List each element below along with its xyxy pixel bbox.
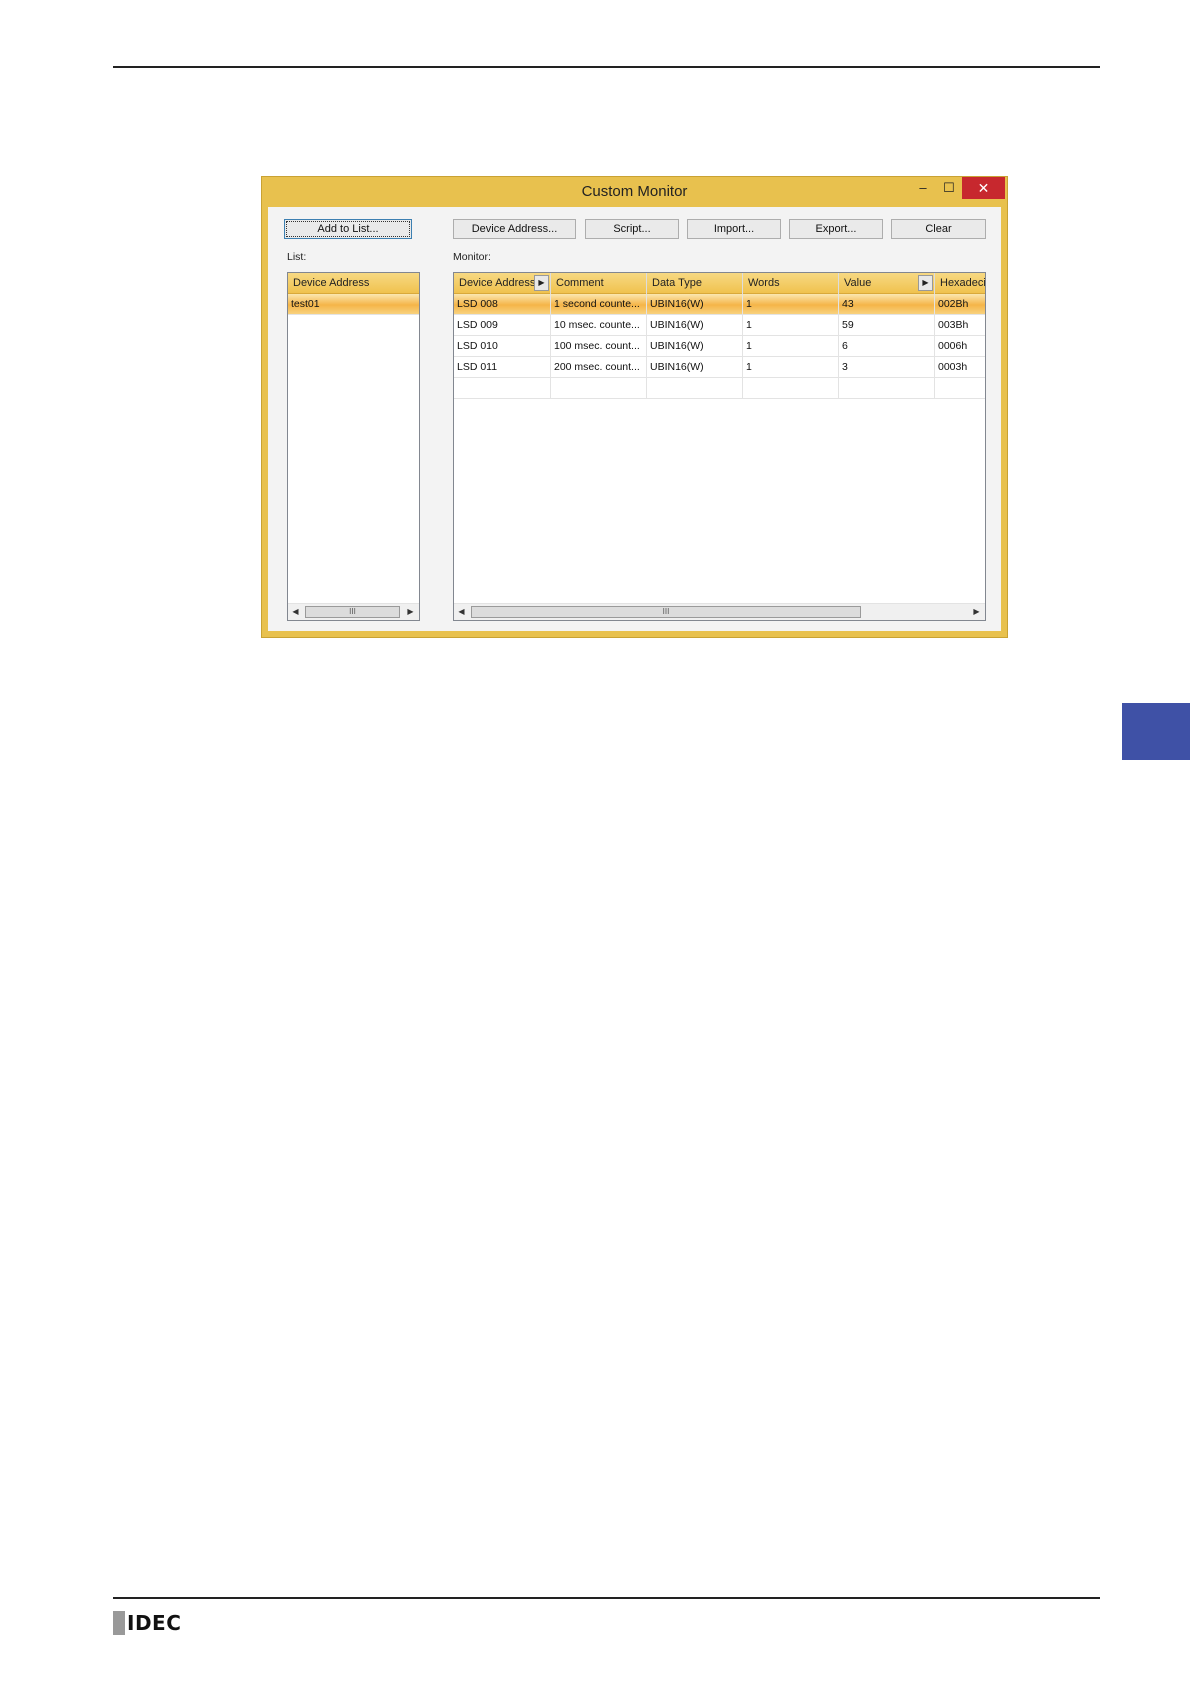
cell-device-address: LSD 009 [454, 315, 551, 336]
monitor-panel[interactable]: Device Address Comment Data Type Words V… [453, 272, 986, 621]
table-row[interactable]: LSD 008 1 second counte... UBIN16(W) 1 4… [454, 294, 985, 315]
list-panel[interactable]: Device Address test01 ◀ III ▶ [287, 272, 420, 621]
table-row[interactable]: LSD 011 200 msec. count... UBIN16(W) 1 3… [454, 357, 985, 378]
cell-hexadecimal: 0006h [938, 340, 968, 352]
cell-device-address: LSD 008 [454, 294, 551, 315]
column-hexadecimal[interactable]: Hexadecim [935, 273, 985, 294]
scroll-right-icon[interactable]: ▶ [969, 604, 984, 620]
cell-words: 1 [743, 294, 839, 315]
cell-data-type: UBIN16(W) [647, 315, 743, 336]
scroll-thumb[interactable]: III [305, 606, 400, 618]
page-bottom-rule [113, 1597, 1100, 1599]
scroll-left-icon[interactable]: ◀ [454, 604, 469, 620]
title-bar[interactable]: Custom Monitor – ☐ ✕ [262, 177, 1007, 207]
window-client-area: Add to List... Device Address... Script.… [268, 207, 1001, 631]
brand-logo: IDEC [113, 1610, 181, 1636]
logo-mark-icon [113, 1611, 125, 1635]
cell-hexadecimal: 002Bh [938, 298, 969, 310]
cell-comment: 1 second counte... [551, 294, 647, 315]
cell-empty [454, 378, 551, 399]
list-label: List: [287, 251, 307, 263]
custom-monitor-window: Custom Monitor – ☐ ✕ Add to List... Devi… [261, 176, 1008, 638]
cell-empty [647, 378, 743, 399]
list-item-label: test01 [291, 298, 320, 310]
close-icon[interactable]: ✕ [962, 177, 1005, 199]
device-address-button[interactable]: Device Address... [453, 219, 576, 239]
cell-empty [935, 378, 985, 399]
cell-value: 59 [839, 315, 935, 336]
cell-data-type: UBIN16(W) [647, 357, 743, 378]
table-row-empty[interactable] [454, 378, 985, 399]
list-horizontal-scrollbar[interactable]: ◀ III ▶ [288, 603, 419, 620]
script-button[interactable]: Script... [585, 219, 679, 239]
expand-right-icon[interactable]: ▶ [534, 275, 549, 291]
cell-device-address: LSD 011 [454, 357, 551, 378]
scroll-right-icon[interactable]: ▶ [403, 604, 418, 620]
cell-data-type: UBIN16(W) [647, 294, 743, 315]
maximize-icon[interactable]: ☐ [936, 177, 962, 199]
cell-comment: 200 msec. count... [551, 357, 647, 378]
import-button[interactable]: Import... [687, 219, 781, 239]
scroll-thumb[interactable]: III [471, 606, 861, 618]
cell-empty [839, 378, 935, 399]
table-row[interactable]: LSD 009 10 msec. counte... UBIN16(W) 1 5… [454, 315, 985, 336]
column-words[interactable]: Words [743, 273, 839, 294]
cell-data-type: UBIN16(W) [647, 336, 743, 357]
monitor-header: Device Address Comment Data Type Words V… [454, 273, 985, 294]
monitor-label: Monitor: [453, 251, 491, 263]
cell-value: 6 [839, 336, 935, 357]
cell-comment: 100 msec. count... [551, 336, 647, 357]
expand-right-icon[interactable]: ▶ [918, 275, 933, 291]
minimize-icon[interactable]: – [910, 177, 936, 199]
monitor-horizontal-scrollbar[interactable]: ◀ III ▶ [454, 603, 985, 620]
brand-name: IDEC [127, 1611, 182, 1635]
list-item[interactable]: test01 [288, 294, 419, 315]
chapter-side-tab [1122, 703, 1190, 760]
page-top-rule [113, 66, 1100, 68]
cell-comment: 10 msec. counte... [551, 315, 647, 336]
cell-value: 3 [839, 357, 935, 378]
list-header: Device Address [288, 273, 419, 294]
cell-words: 1 [743, 336, 839, 357]
scroll-left-icon[interactable]: ◀ [288, 604, 303, 620]
add-to-list-button[interactable]: Add to List... [284, 219, 412, 239]
cell-hexadecimal: 003Bh [938, 319, 969, 331]
list-column-device-address[interactable]: Device Address [288, 273, 419, 294]
clear-button[interactable]: Clear [891, 219, 986, 239]
cell-device-address: LSD 010 [454, 336, 551, 357]
cell-words: 1 [743, 357, 839, 378]
column-data-type[interactable]: Data Type [647, 273, 743, 294]
cell-words: 1 [743, 315, 839, 336]
cell-hexadecimal: 0003h [938, 361, 968, 373]
window-title: Custom Monitor [581, 183, 688, 200]
export-button[interactable]: Export... [789, 219, 883, 239]
cell-empty [743, 378, 839, 399]
table-row[interactable]: LSD 010 100 msec. count... UBIN16(W) 1 6… [454, 336, 985, 357]
column-comment[interactable]: Comment [551, 273, 647, 294]
cell-value: 43 [839, 294, 935, 315]
cell-empty [551, 378, 647, 399]
